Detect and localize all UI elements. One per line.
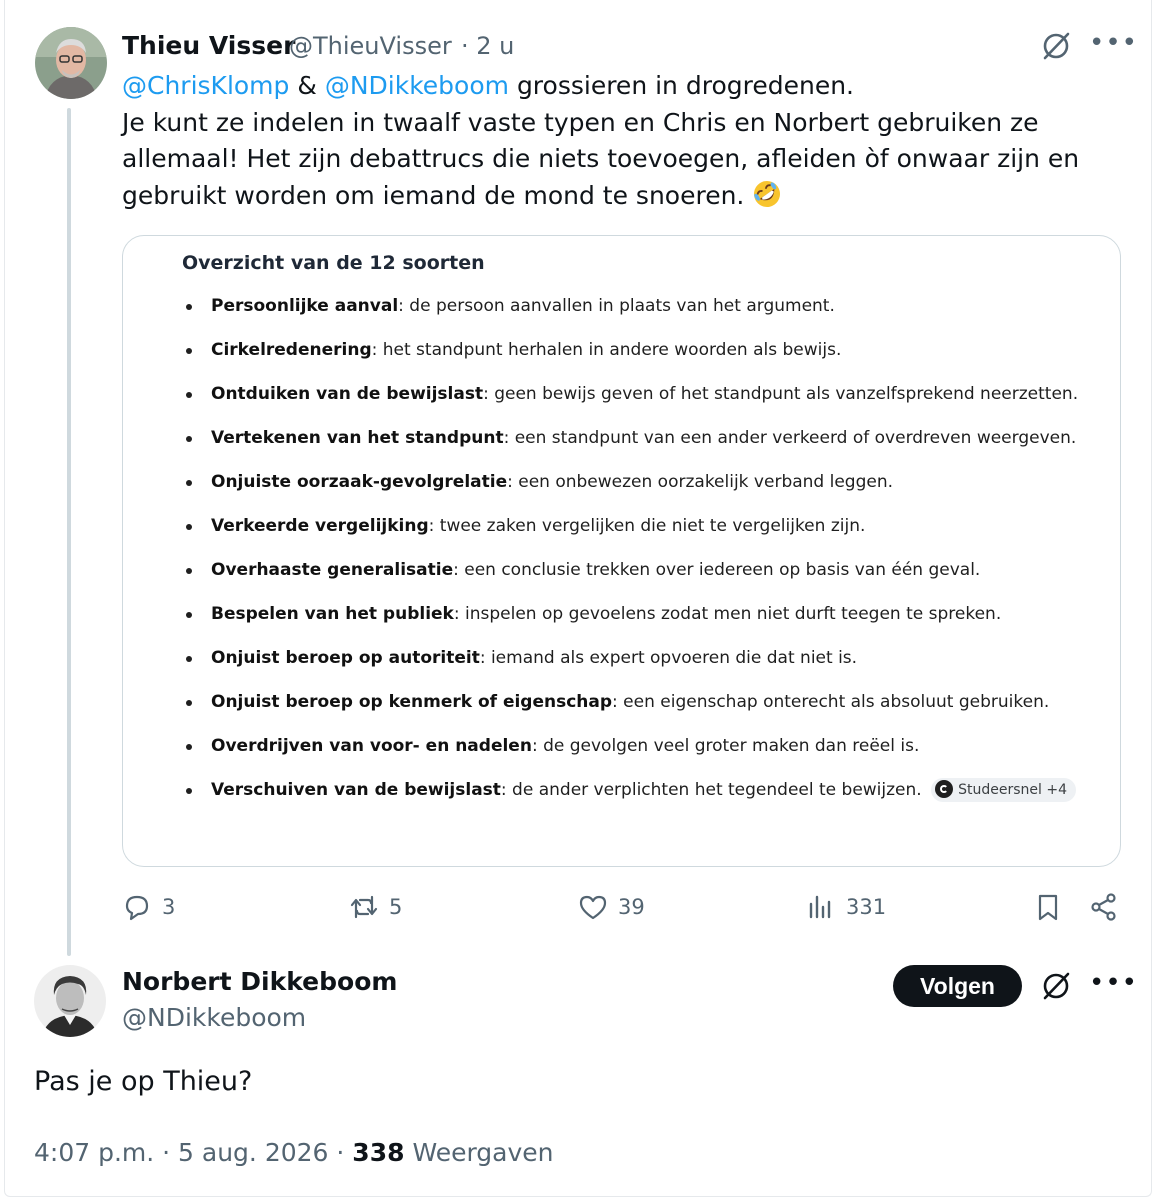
studeersnel-icon (935, 780, 954, 798)
fallacy-description: : iemand als expert opvoeren die dat nie… (479, 648, 858, 668)
fallacy-term: Ontduiken van de bewijslast (211, 384, 484, 404)
reply-button[interactable]: 3 (122, 892, 175, 922)
mention-link[interactable]: @ChrisKlomp (122, 71, 289, 100)
avatar[interactable] (35, 27, 107, 99)
share-icon (1091, 893, 1116, 921)
follow-button[interactable]: Volgen (893, 965, 1022, 1007)
views-icon (809, 895, 831, 919)
source-chip[interactable]: Studeersnel +4 (931, 778, 1076, 802)
views-button[interactable]: 331 (806, 892, 886, 922)
fallacy-term: Onjuist beroep op kenmerk of eigenschap (211, 692, 613, 712)
fallacy-term: Vertekenen van het standpunt (211, 428, 504, 448)
fallacy-description: : geen bewijs geven of het standpunt als… (483, 384, 1079, 404)
mention-link[interactable]: @NDikkeboom (325, 71, 509, 100)
list-item: Onjuiste oorzaak-gevolgrelatie: een onbe… (182, 468, 1082, 497)
list-item: Onjuist beroep op autoriteit: iemand als… (182, 644, 1082, 673)
reply-views-count: 338 (352, 1138, 405, 1167)
post-meta: 4:07 p.m. · 5 aug. 2026 · 338 Weergaven (34, 1138, 554, 1167)
fallacy-description: : een onbewezen oorzakelijk verband legg… (507, 472, 894, 492)
card-title: Overzicht van de 12 soorten (182, 252, 485, 274)
author-name[interactable]: Thieu Visser (122, 31, 295, 60)
like-icon (579, 895, 607, 920)
reply-count: 3 (162, 895, 176, 919)
tweet-text: @ChrisKlomp & @NDikkeboom grossieren in … (122, 68, 1122, 214)
bookmark-icon (1038, 894, 1058, 921)
author-handle[interactable]: @ThieuVisser (289, 32, 452, 60)
fallacy-list: Persoonlijke aanval: de persoon aanvalle… (182, 292, 1082, 820)
fallacy-description: : inspelen op gevoelens zodat men niet d… (453, 604, 1002, 624)
bookmark-button[interactable] (1033, 892, 1063, 922)
list-item: Persoonlijke aanval: de persoon aanvalle… (182, 292, 1082, 321)
repost-button[interactable]: 5 (349, 892, 402, 922)
list-item: Overdrijven van voor- en nadelen: de gev… (182, 732, 1082, 761)
reply-author-name[interactable]: Norbert Dikkeboom (122, 967, 397, 996)
repost-count: 5 (389, 895, 403, 919)
more-icon[interactable]: ••• (1089, 968, 1138, 998)
avatar-photo (34, 965, 106, 1037)
fallacy-description: : de persoon aanvallen in plaats van het… (398, 296, 835, 316)
list-item: Ontduiken van de bewijslast: geen bewijs… (182, 380, 1082, 409)
fallacy-term: Bespelen van het publiek (211, 604, 454, 624)
reply-icon (125, 895, 149, 921)
reply-timestamp[interactable]: 4:07 p.m. · 5 aug. 2026 · (34, 1138, 344, 1167)
fallacy-term: Cirkelredenering (211, 340, 372, 360)
fallacy-description: : twee zaken vergelijken die niet te ver… (428, 516, 866, 536)
reply-text: Pas je op Thieu? (34, 1066, 253, 1097)
avatar-photo (35, 27, 107, 99)
reply-author-handle[interactable]: @NDikkeboom (122, 1003, 306, 1032)
fallacy-term: Verschuiven van de bewijslast (211, 780, 501, 800)
fallacy-description: : een eigenschap onterecht als absoluut … (612, 692, 1050, 712)
thread-line (67, 108, 71, 956)
fallacy-term: Verkeerde vergelijking (211, 516, 429, 536)
share-button[interactable] (1089, 892, 1119, 922)
list-item: Cirkelredenering: het standpunt herhalen… (182, 336, 1082, 365)
rolling-on-floor-laughing-icon (754, 180, 781, 207)
list-item: Vertekenen van het standpunt: een standp… (182, 424, 1082, 453)
views-count: 331 (846, 895, 887, 919)
fallacy-term: Onjuist beroep op autoriteit (211, 648, 480, 668)
reply-views-label: Weergaven (412, 1138, 554, 1167)
more-icon[interactable]: ••• (1089, 28, 1138, 58)
like-count: 39 (618, 895, 645, 919)
fallacy-term: Onjuiste oorzaak-gevolgrelatie (211, 472, 508, 492)
list-item: Verschuiven van de bewijslast: de ander … (182, 776, 1082, 805)
amp-text: & (297, 71, 317, 100)
tweet-line1: grossieren in drogredenen. (516, 71, 854, 100)
fallacy-term: Overdrijven van voor- en nadelen (211, 736, 532, 756)
repost-icon (350, 895, 378, 919)
tweet-line2: Je kunt ze indelen in twaalf vaste typen… (122, 107, 1080, 210)
fallacy-description: : de gevolgen veel groter maken dan reëe… (531, 736, 920, 756)
fallacy-term: Persoonlijke aanval (211, 296, 399, 316)
fallacy-description: : een conclusie trekken over iedereen op… (453, 560, 981, 580)
action-bar: 3 5 39 331 (0, 890, 1153, 926)
grok-strike-icon[interactable] (1040, 970, 1072, 1002)
fallacy-description: : een standpunt van een ander verkeerd o… (503, 428, 1077, 448)
list-item: Overhaaste generalisatie: een conclusie … (182, 556, 1082, 585)
post-time[interactable]: · 2 u (461, 32, 514, 60)
fallacy-term: Overhaaste generalisatie (211, 560, 454, 580)
grok-strike-icon[interactable] (1040, 30, 1072, 62)
list-item: Bespelen van het publiek: inspelen op ge… (182, 600, 1082, 629)
like-button[interactable]: 39 (578, 892, 645, 922)
list-item: Onjuist beroep op kenmerk of eigenschap:… (182, 688, 1082, 717)
fallacy-description: : het standpunt herhalen in andere woord… (371, 340, 842, 360)
avatar[interactable] (34, 965, 106, 1037)
media-card[interactable]: Overzicht van de 12 soorten Persoonlijke… (122, 235, 1121, 867)
source-chip-label: Studeersnel +4 (958, 782, 1067, 798)
fallacy-description: : de ander verplichten het tegendeel te … (500, 780, 922, 800)
list-item: Verkeerde vergelijking: twee zaken verge… (182, 512, 1082, 541)
